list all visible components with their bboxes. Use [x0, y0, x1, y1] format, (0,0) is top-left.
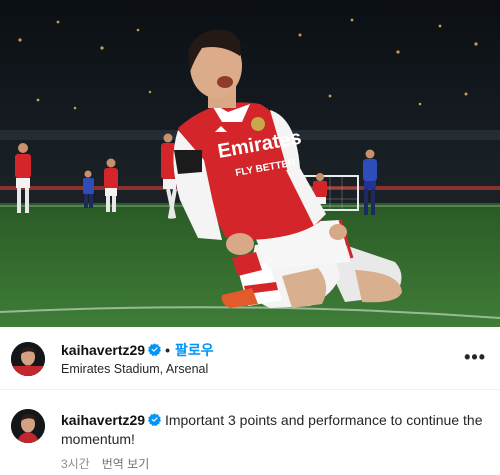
avatar[interactable]: [11, 342, 45, 376]
separator-dot: •: [165, 342, 170, 358]
timestamp[interactable]: 3시간: [61, 457, 90, 471]
verified-badge-icon: [148, 413, 162, 426]
post-photo[interactable]: Emirates FLY BETTER: [0, 0, 500, 327]
caption-username[interactable]: kaihavertz29: [61, 412, 145, 428]
post-username[interactable]: kaihavertz29: [61, 342, 145, 358]
caption-text-block: kaihavertz29 Important 3 points and perf…: [61, 411, 491, 449]
caption-meta: 3시간 번역 보기: [61, 455, 149, 472]
caption-section: kaihavertz29 Important 3 points and perf…: [0, 391, 500, 475]
more-options-icon[interactable]: •••: [464, 347, 486, 368]
caption-avatar[interactable]: [11, 409, 45, 443]
post-header: kaihavertz29 • 팔로우 Emirates Stadium, Arse…: [0, 327, 500, 390]
verified-badge-icon: [148, 343, 162, 356]
see-translation-button[interactable]: 번역 보기: [102, 457, 150, 471]
follow-button[interactable]: 팔로우: [175, 342, 214, 358]
celebration-photo: Emirates FLY BETTER: [0, 0, 500, 327]
location-link[interactable]: Emirates Stadium, Arsenal: [61, 362, 208, 376]
